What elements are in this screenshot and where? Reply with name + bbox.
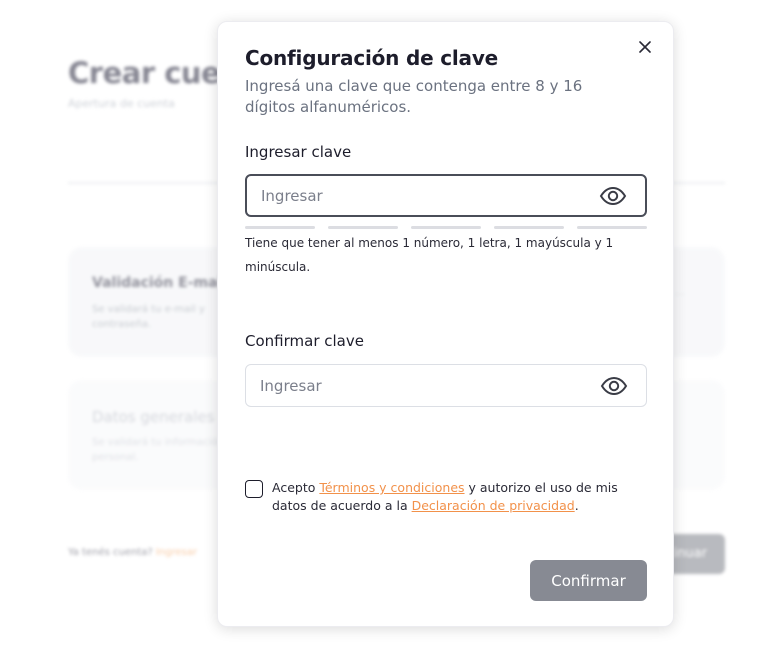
close-button[interactable]	[635, 37, 655, 57]
terms-consent: Acepto Términos y condiciones y autorizo…	[245, 479, 650, 515]
privacy-link[interactable]: Declaración de privacidad	[412, 498, 575, 513]
strength-segment	[245, 226, 315, 229]
page-subtitle: Apertura de cuenta	[68, 97, 175, 110]
close-icon	[639, 41, 651, 53]
password-strength-meter	[245, 226, 647, 229]
strength-segment	[328, 226, 398, 229]
terms-link[interactable]: Términos y condiciones	[319, 480, 464, 495]
strength-segment	[577, 226, 647, 229]
step-card-title: Validación E-mail	[92, 275, 228, 291]
eye-icon[interactable]	[600, 376, 628, 396]
modal-title: Configuración de clave	[245, 46, 499, 70]
login-question-text: Ya tenés cuenta?	[68, 547, 153, 558]
password-label: Ingresar clave	[245, 143, 352, 161]
terms-checkbox[interactable]	[245, 480, 263, 498]
step-card-dots: ...	[675, 287, 685, 298]
password-hint: Tiene que tener al menos 1 número, 1 let…	[245, 236, 614, 274]
terms-suffix: .	[574, 498, 579, 513]
confirm-button[interactable]: Confirmar	[530, 560, 647, 601]
step-card-title: Datos generales	[92, 408, 215, 426]
confirm-password-label: Confirmar clave	[245, 332, 364, 350]
strength-segment	[494, 226, 564, 229]
modal-description: Ingresá una clave que contenga entre 8 y…	[245, 77, 583, 116]
password-field-container	[245, 174, 647, 217]
confirm-password-field-container	[245, 364, 647, 407]
password-config-modal: Configuración de clave Ingresá una clave…	[217, 21, 674, 627]
confirm-password-input[interactable]	[246, 376, 576, 395]
strength-segment	[411, 226, 481, 229]
password-input[interactable]	[247, 186, 577, 205]
login-link: Ingresar	[155, 547, 198, 558]
login-question: Ya tenés cuenta? Ingresar	[68, 547, 197, 558]
terms-text: Acepto Términos y condiciones y autorizo…	[272, 479, 650, 515]
eye-icon[interactable]	[599, 186, 627, 206]
terms-prefix: Acepto	[272, 480, 320, 495]
